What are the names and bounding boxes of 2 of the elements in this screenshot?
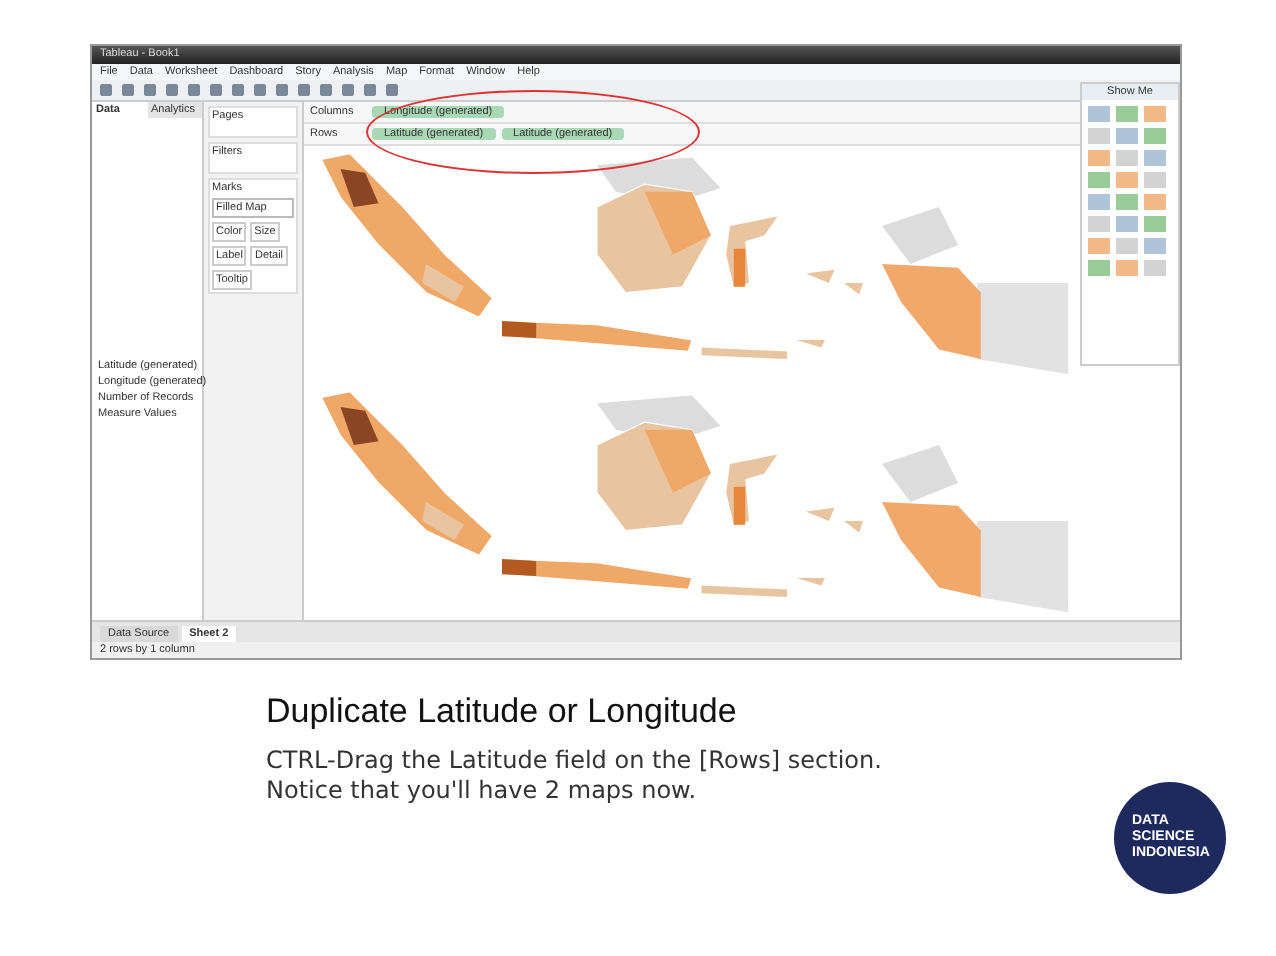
slide-body: CTRL-Drag the Latitude field on the [Rows] section. Notice that you'll have 2 maps now. bbox=[266, 746, 884, 806]
slide-title: Duplicate Latitude or Longitude bbox=[266, 692, 739, 732]
